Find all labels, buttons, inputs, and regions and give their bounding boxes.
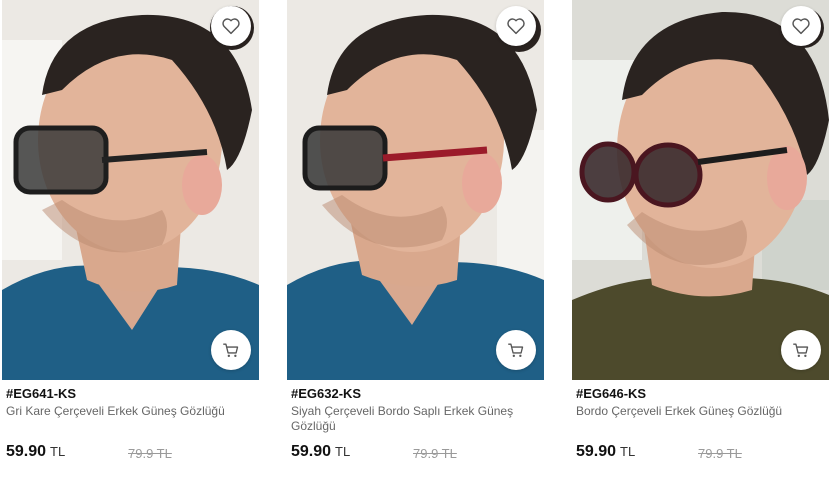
product-code[interactable]: #EG632-KS <box>291 386 361 401</box>
price-currency: TL <box>50 444 66 459</box>
price-currency: TL <box>620 444 636 459</box>
product-price: 59.90 TL <box>6 443 65 461</box>
product-price: 59.90 TL <box>576 443 635 461</box>
old-price: 79.9 TL <box>413 446 457 461</box>
old-price: 79.9 TL <box>698 446 742 461</box>
product-price: 59.90 TL <box>291 443 350 461</box>
product-name[interactable]: Gri Kare Çerçeveli Erkek Güneş Gözlüğü <box>6 404 246 419</box>
product-card[interactable]: #EG646-KS Bordo Çerçeveli Erkek Güneş Gö… <box>572 0 829 494</box>
shopping-cart-icon <box>223 343 239 357</box>
lens <box>16 128 106 192</box>
add-to-cart-button[interactable] <box>781 330 821 370</box>
add-to-cart-button[interactable] <box>211 330 251 370</box>
shopping-cart-icon <box>793 343 809 357</box>
product-card[interactable]: #EG632-KS Siyah Çerçeveli Bordo Saplı Er… <box>287 0 544 494</box>
heart-outline-icon <box>222 18 240 35</box>
product-image[interactable] <box>287 0 544 380</box>
product-card[interactable]: #EG641-KS Gri Kare Çerçeveli Erkek Güneş… <box>2 0 259 494</box>
favorite-button[interactable] <box>211 6 251 46</box>
heart-outline-icon <box>792 18 810 35</box>
product-code[interactable]: #EG646-KS <box>576 386 646 401</box>
old-price: 79.9 TL <box>128 446 172 461</box>
heart-outline-icon <box>507 18 525 35</box>
product-name[interactable]: Bordo Çerçeveli Erkek Güneş Gözlüğü <box>576 404 816 419</box>
product-code[interactable]: #EG641-KS <box>6 386 76 401</box>
favorite-button[interactable] <box>781 6 821 46</box>
add-to-cart-button[interactable] <box>496 330 536 370</box>
product-image[interactable] <box>2 0 259 380</box>
price-value: 59.90 <box>6 443 47 460</box>
price-value: 59.90 <box>291 443 332 460</box>
product-grid: #EG641-KS Gri Kare Çerçeveli Erkek Güneş… <box>0 0 830 494</box>
favorite-button[interactable] <box>496 6 536 46</box>
product-name[interactable]: Siyah Çerçeveli Bordo Saplı Erkek Güneş … <box>291 404 531 434</box>
price-value: 59.90 <box>576 443 617 460</box>
price-currency: TL <box>335 444 351 459</box>
product-image[interactable] <box>572 0 829 380</box>
shopping-cart-icon <box>508 343 524 357</box>
